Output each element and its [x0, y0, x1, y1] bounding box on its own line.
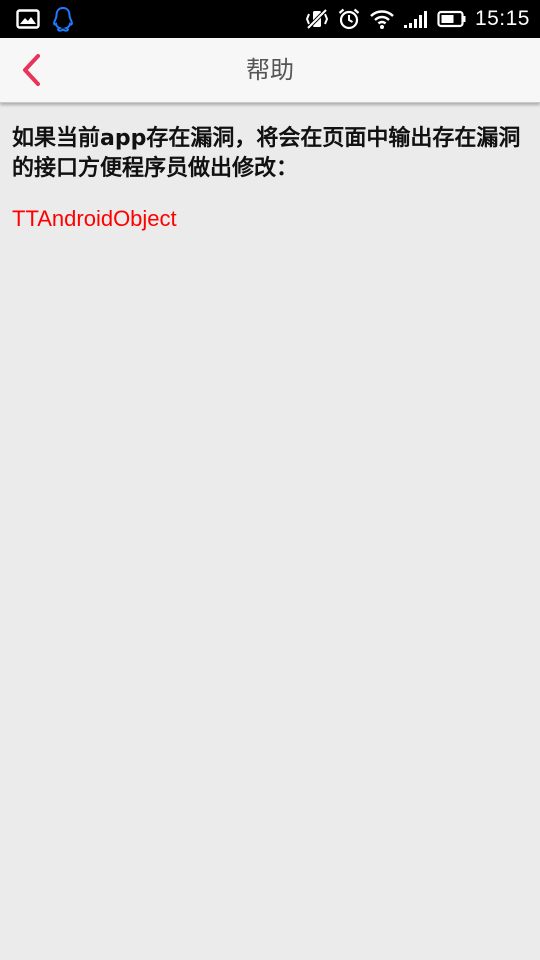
help-content: 如果当前app存在漏洞，将会在页面中输出存在漏洞的接口方便程序员做出修改： TT…	[12, 124, 524, 234]
app-bar: 帮助	[0, 38, 540, 103]
wifi-icon	[369, 8, 395, 30]
status-right-icons: 15:15	[305, 5, 530, 33]
chevron-left-icon	[21, 53, 43, 87]
status-left-icons	[16, 6, 74, 32]
alarm-icon	[337, 7, 361, 31]
help-description: 如果当前app存在漏洞，将会在页面中输出存在漏洞的接口方便程序员做出修改：	[12, 126, 521, 181]
gallery-icon	[16, 9, 40, 29]
status-time: 15:15	[474, 7, 530, 30]
status-bar: 15:15	[0, 0, 540, 38]
page-title: 帮助	[246, 56, 294, 84]
vibrate-off-icon	[305, 8, 329, 30]
qq-icon	[52, 6, 74, 32]
back-button[interactable]	[8, 46, 56, 94]
battery-icon	[437, 10, 467, 28]
signal-icon	[403, 9, 429, 29]
vulnerable-interface-name: TTAndroidObject	[12, 206, 177, 231]
